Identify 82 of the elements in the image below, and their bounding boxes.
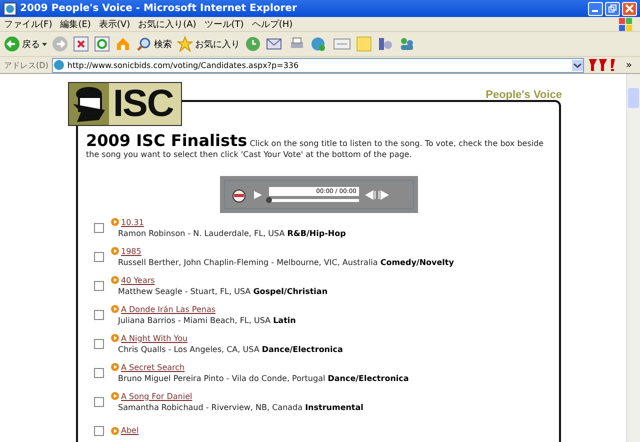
- play-icon[interactable]: [111, 305, 119, 313]
- stop-icon[interactable]: [73, 36, 89, 52]
- windows-flag-icon: [618, 18, 634, 30]
- play-icon[interactable]: [111, 334, 119, 342]
- restore-icon: [608, 4, 617, 13]
- artist-location: Ramon Robinson - N. Lauderdale, FL, USA: [118, 228, 285, 238]
- back-button[interactable]: 戻る: [4, 36, 47, 52]
- song-title-link[interactable]: A Song For Daniel: [121, 390, 192, 402]
- people-icon[interactable]: [398, 36, 416, 52]
- document-icon[interactable]: [333, 36, 351, 52]
- play-icon[interactable]: [111, 426, 119, 434]
- mail-icon[interactable]: [266, 36, 284, 52]
- song-title-link[interactable]: A Secret Search: [121, 362, 185, 372]
- close-button[interactable]: [622, 2, 637, 16]
- tagline: People's Voice: [486, 89, 562, 101]
- minimize-button[interactable]: [588, 2, 603, 16]
- more-button[interactable]: »: [622, 60, 636, 70]
- globe-icon[interactable]: [310, 36, 328, 52]
- artist-location: Bruno Miguel Pereira Pinto - Vila do Conde, Portugal: [118, 374, 326, 382]
- isc-logo: ISC: [68, 82, 182, 126]
- artist-location: Russell Berther, John Chaplin-Fleming - Melbourne, VIC, Australia: [118, 258, 378, 266]
- genre: Instrumental: [305, 402, 364, 412]
- caret-icon: [42, 42, 47, 46]
- history-icon[interactable]: [245, 36, 261, 52]
- star-icon: [177, 36, 193, 52]
- search-icon: [136, 36, 152, 52]
- page-icon: [3, 2, 17, 16]
- play-icon[interactable]: [111, 276, 119, 284]
- vote-checkbox[interactable]: [94, 310, 104, 320]
- refresh-icon[interactable]: [94, 36, 110, 52]
- genre: Comedy/Novelty: [380, 258, 454, 266]
- song-title-link[interactable]: 40 Years: [121, 274, 155, 286]
- progress-track[interactable]: [268, 199, 358, 202]
- artist-location: Juliana Barrios - Miami Beach, FL, USA: [118, 316, 271, 324]
- menu-item[interactable]: ファイル(F): [4, 18, 52, 30]
- address-label: アドレス(D): [4, 60, 48, 70]
- vote-checkbox[interactable]: [94, 426, 104, 436]
- play-icon[interactable]: [111, 218, 119, 226]
- artist-location: Matthew Seagle - Stuart, FL, USA: [118, 286, 251, 296]
- genre: Gospel/Christian: [253, 286, 328, 296]
- genre: Latin: [273, 316, 296, 324]
- skip-icon[interactable]: [364, 190, 388, 200]
- genre: Dance/Electronica: [328, 374, 409, 382]
- genre: Dance/Electronica: [262, 344, 343, 354]
- vote-checkbox[interactable]: [94, 368, 104, 378]
- home-icon[interactable]: [115, 36, 131, 52]
- close-icon: [625, 4, 634, 13]
- progress-thumb[interactable]: [266, 197, 272, 203]
- vote-checkbox[interactable]: [94, 222, 104, 232]
- media-icon[interactable]: [377, 36, 393, 52]
- play-icon[interactable]: [252, 190, 262, 200]
- chevron-down-icon: [572, 60, 582, 70]
- dropdown-button[interactable]: [572, 60, 583, 70]
- song-title-link[interactable]: A Donde Irán Las Penas: [121, 304, 216, 314]
- song-title-link[interactable]: 1985: [121, 246, 142, 256]
- heading-and-instructions: 2009 ISC Finalists Click on the song title to listen to the song. To vote, check the box beside the song you want to select then click 'Cast Your Vote' at the bottom of the page.: [86, 135, 545, 160]
- menu-item[interactable]: お気に入り(A): [138, 18, 196, 30]
- restore-button[interactable]: [605, 2, 620, 16]
- window-title: 2009 People's Voice - Microsoft Internet Explorer: [20, 3, 298, 14]
- play-icon[interactable]: [111, 392, 119, 400]
- menu-item[interactable]: 編集(E): [60, 18, 91, 30]
- play-icon[interactable]: [111, 363, 119, 371]
- page-icon: [53, 59, 66, 71]
- artist-location: Chris Qualls - Los Angeles, CA, USA: [118, 344, 260, 354]
- vote-checkbox[interactable]: [94, 280, 104, 290]
- address-field[interactable]: http://www.sonicbids.com/voting/Candidates.aspx?p=336: [52, 58, 584, 72]
- artist-location: Samantha Robichaud - Riverview, NB, Canada: [118, 402, 303, 412]
- song-title-link[interactable]: 10.31: [121, 216, 144, 228]
- vote-checkbox[interactable]: [94, 252, 104, 262]
- favorites-button[interactable]: お気に入り: [177, 36, 240, 52]
- forward-icon[interactable]: [52, 36, 68, 52]
- menu-item[interactable]: ヘルプ(H): [252, 18, 293, 30]
- play-icon[interactable]: [111, 247, 119, 255]
- menu-item[interactable]: ツール(T): [204, 18, 244, 30]
- vote-checkbox[interactable]: [94, 396, 104, 406]
- vote-checkbox[interactable]: [94, 338, 104, 348]
- genre: R&B/Hip-Hop: [287, 228, 346, 238]
- search-button[interactable]: 検索: [136, 36, 172, 52]
- song-title-link[interactable]: A Night With You: [121, 332, 188, 344]
- song-title-link[interactable]: Abel: [121, 425, 139, 436]
- menu-item[interactable]: 表示(V): [98, 18, 130, 30]
- scrollbar[interactable]: [626, 74, 640, 442]
